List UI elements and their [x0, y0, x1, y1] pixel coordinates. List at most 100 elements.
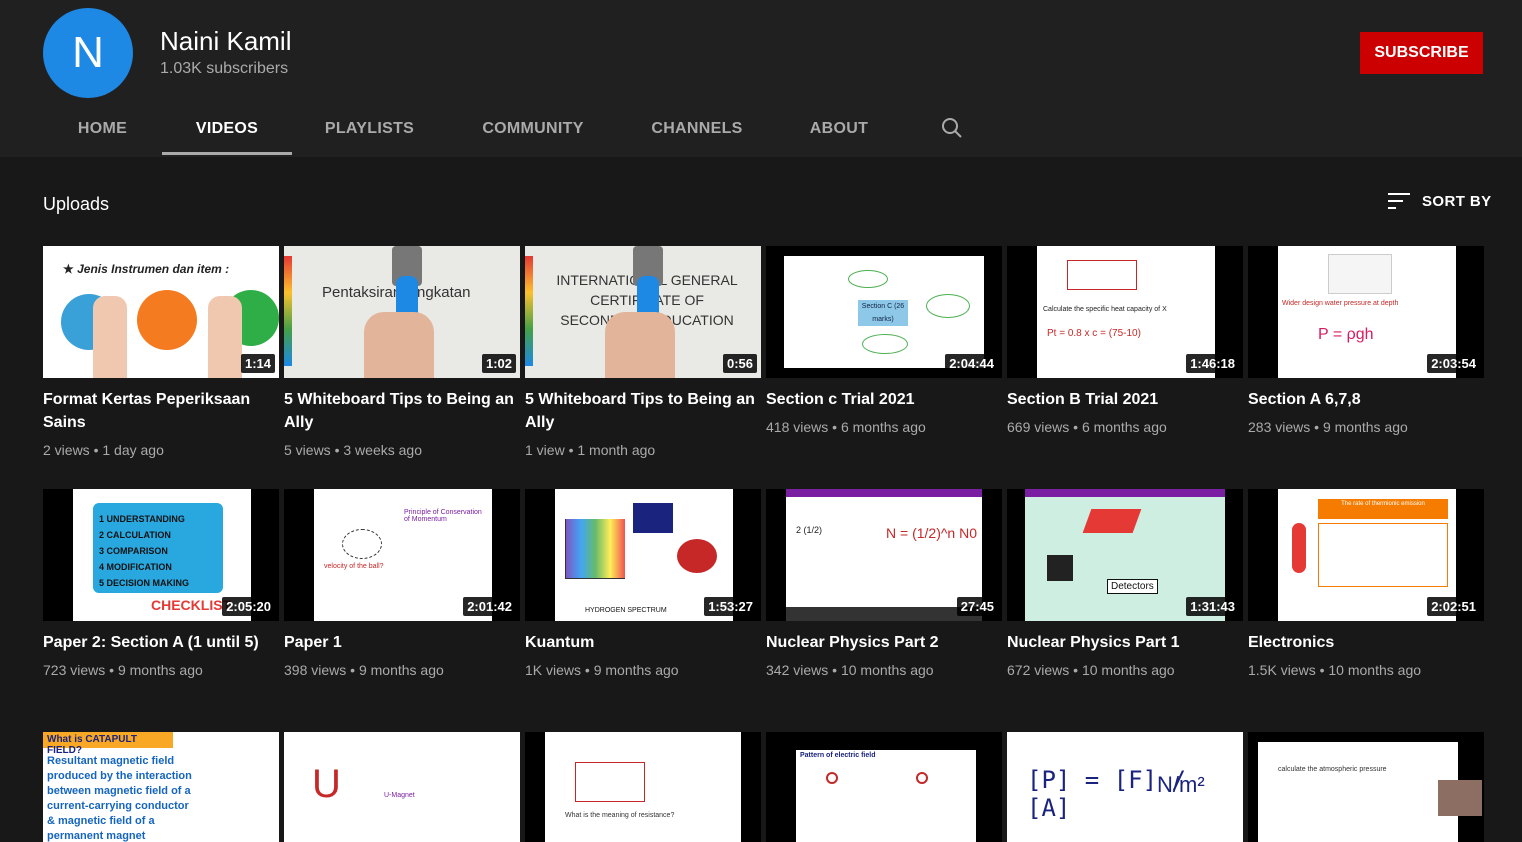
video-meta: 5 views • 3 weeks ago	[284, 442, 422, 458]
tab-channels[interactable]: CHANNELS	[619, 100, 775, 157]
thumb-text: Section C (26 marks)	[858, 300, 908, 326]
video-title[interactable]: Nuclear Physics Part 2	[766, 631, 1002, 654]
video-card[interactable]: Section C (26 marks) 2:04:44 Section c T…	[766, 246, 1002, 489]
video-title[interactable]: Paper 2: Section A (1 until 5)	[43, 631, 279, 654]
video-thumbnail[interactable]: What is CATAPULT FIELD? Resultant magnet…	[43, 732, 279, 842]
thumb-text: Principle of Conservation of Momentum	[404, 509, 482, 523]
video-title[interactable]: Section A 6,7,8	[1248, 388, 1484, 411]
video-card[interactable]: Principle of Conservation of Momentum ve…	[284, 489, 520, 732]
video-card[interactable]: N = (1/2)^n N0 2 (1/2) 27:45 Nuclear Phy…	[766, 489, 1002, 732]
video-thumbnail[interactable]: U U-Magnet	[284, 732, 520, 842]
video-thumbnail[interactable]: Principle of Conservation of Momentum ve…	[284, 489, 520, 621]
video-card[interactable]: What is CATAPULT FIELD? Resultant magnet…	[43, 732, 279, 842]
tab-about[interactable]: ABOUT	[775, 100, 903, 157]
video-thumbnail[interactable]: Calculate the specific heat capacity of …	[1007, 246, 1243, 378]
channel-header: N Naini Kamil 1.03K subscribers SUBSCRIB…	[0, 0, 1522, 157]
video-duration: 2:05:20	[222, 597, 275, 616]
tab-videos[interactable]: VIDEOS	[162, 100, 292, 157]
thumb-text: N = (1/2)^n N0	[886, 525, 977, 541]
video-card[interactable]: Detectors 1:31:43 Nuclear Physics Part 1…	[1007, 489, 1243, 732]
video-thumbnail[interactable]: 1 UNDERSTANDING 2 CALCULATION 3 COMPARISON…	[43, 489, 279, 621]
subscriber-count: 1.03K subscribers	[160, 60, 289, 77]
video-title[interactable]: Paper 1	[284, 631, 520, 654]
video-duration: 1:53:27	[704, 597, 757, 616]
video-meta: 1 view • 1 month ago	[525, 442, 656, 458]
video-title[interactable]: Section c Trial 2021	[766, 388, 1002, 411]
video-title[interactable]: Format Kertas Peperiksaan Sains	[43, 388, 279, 434]
upload-age: 1 day ago	[102, 442, 164, 458]
subscribe-button[interactable]: SUBSCRIBE	[1360, 32, 1483, 74]
sort-by-label: SORT BY	[1422, 192, 1492, 210]
video-thumbnail[interactable]: Wider design water pressure at depth P =…	[1248, 246, 1484, 378]
video-duration: 1:02	[481, 354, 516, 373]
thumb-text: Calculate the specific heat capacity of …	[1043, 306, 1167, 313]
upload-age: 10 months ago	[840, 662, 934, 678]
channel-name: Naini Kamil	[160, 26, 292, 56]
video-thumbnail[interactable]: INTERNATIONAL GENERAL CERTIFICATE OF SEC…	[525, 246, 761, 378]
video-title[interactable]: Kuantum	[525, 631, 761, 654]
upload-age: 1 month ago	[577, 442, 656, 458]
upload-age: 10 months ago	[1328, 662, 1422, 678]
video-thumbnail[interactable]: Section C (26 marks) 2:04:44	[766, 246, 1002, 378]
video-duration: 2:03:54	[1427, 354, 1480, 373]
upload-age: 10 months ago	[1081, 662, 1175, 678]
video-thumbnail[interactable]: calculate the atmospheric pressure	[1248, 732, 1484, 842]
video-thumbnail[interactable]: ★ Jenis Instrumen dan item : 1:14	[43, 246, 279, 378]
upload-age: 9 months ago	[593, 662, 679, 678]
view-count: 1 view	[525, 442, 565, 458]
video-duration: 2:01:42	[463, 597, 516, 616]
thumb-text: U-Magnet	[384, 792, 415, 799]
video-meta: 723 views • 9 months ago	[43, 662, 203, 678]
tab-home[interactable]: HOME	[43, 100, 162, 157]
video-thumbnail[interactable]: Detectors 1:31:43	[1007, 489, 1243, 621]
video-card[interactable]: ★ Jenis Instrumen dan item : 1:14 Format…	[43, 246, 279, 489]
thumb-text: calculate the atmospheric pressure	[1278, 766, 1387, 773]
video-card[interactable]: HYDROGEN SPECTRUM 1:53:27 Kuantum 1K vie…	[525, 489, 761, 732]
video-duration: 1:31:43	[1186, 597, 1239, 616]
video-thumbnail[interactable]: Pattern of electric field	[766, 732, 1002, 842]
video-title[interactable]: Electronics	[1248, 631, 1484, 654]
thumb-text: Jenis Instrumen dan item :	[77, 262, 230, 276]
video-meta: 418 views • 6 months ago	[766, 419, 926, 435]
sort-by-button[interactable]: SORT BY	[1388, 192, 1491, 210]
video-meta: 669 views • 6 months ago	[1007, 419, 1167, 435]
tab-playlists[interactable]: PLAYLISTS	[292, 100, 447, 157]
channel-avatar[interactable]: N	[43, 8, 133, 98]
view-count: 2 views	[43, 442, 90, 458]
video-thumbnail[interactable]: What is the meaning of resistance?	[525, 732, 761, 842]
video-meta: 283 views • 9 months ago	[1248, 419, 1408, 435]
video-thumbnail[interactable]: [P] = [F] / [A] N/m²	[1007, 732, 1243, 842]
search-icon[interactable]	[940, 116, 964, 140]
video-card[interactable]: What is the meaning of resistance?	[525, 732, 761, 842]
video-card[interactable]: The rate of thermionic emission 2:02:51 …	[1248, 489, 1484, 732]
video-card[interactable]: INTERNATIONAL GENERAL CERTIFICATE OF SEC…	[525, 246, 761, 489]
thumb-text: What is the meaning of resistance?	[565, 812, 675, 819]
video-duration: 1:14	[240, 354, 275, 373]
video-title[interactable]: Nuclear Physics Part 1	[1007, 631, 1243, 654]
video-thumbnail[interactable]: The rate of thermionic emission 2:02:51	[1248, 489, 1484, 621]
video-card[interactable]: Pentaksiran Tingkatan 1:02 5 Whiteboard …	[284, 246, 520, 489]
video-duration: 27:45	[956, 597, 998, 616]
video-card[interactable]: 1 UNDERSTANDING 2 CALCULATION 3 COMPARISON…	[43, 489, 279, 732]
video-card[interactable]: Wider design water pressure at depth P =…	[1248, 246, 1484, 489]
video-duration: 2:02:51	[1427, 597, 1480, 616]
tab-community[interactable]: COMMUNITY	[447, 100, 619, 157]
view-count: 283 views	[1248, 419, 1311, 435]
video-card[interactable]: Calculate the specific heat capacity of …	[1007, 246, 1243, 489]
video-meta: 398 views • 9 months ago	[284, 662, 444, 678]
view-count: 418 views	[766, 419, 829, 435]
thumb-text: [P] = [F] / [A]	[1027, 766, 1186, 822]
video-card[interactable]: [P] = [F] / [A] N/m²	[1007, 732, 1243, 842]
video-card[interactable]: U U-Magnet	[284, 732, 520, 842]
thumb-text: What is CATAPULT FIELD?	[43, 732, 173, 756]
video-title[interactable]: 5 Whiteboard Tips to Being an Ally	[525, 388, 761, 434]
video-card[interactable]: Pattern of electric field	[766, 732, 1002, 842]
thumb-text: The rate of thermionic emission	[1318, 499, 1448, 519]
video-thumbnail[interactable]: HYDROGEN SPECTRUM 1:53:27	[525, 489, 761, 621]
video-thumbnail[interactable]: N = (1/2)^n N0 2 (1/2) 27:45	[766, 489, 1002, 621]
video-title[interactable]: 5 Whiteboard Tips to Being an Ally	[284, 388, 520, 434]
section-title: Uploads	[43, 194, 110, 214]
video-thumbnail[interactable]: Pentaksiran Tingkatan 1:02	[284, 246, 520, 378]
video-card[interactable]: calculate the atmospheric pressure	[1248, 732, 1484, 842]
video-title[interactable]: Section B Trial 2021	[1007, 388, 1243, 411]
